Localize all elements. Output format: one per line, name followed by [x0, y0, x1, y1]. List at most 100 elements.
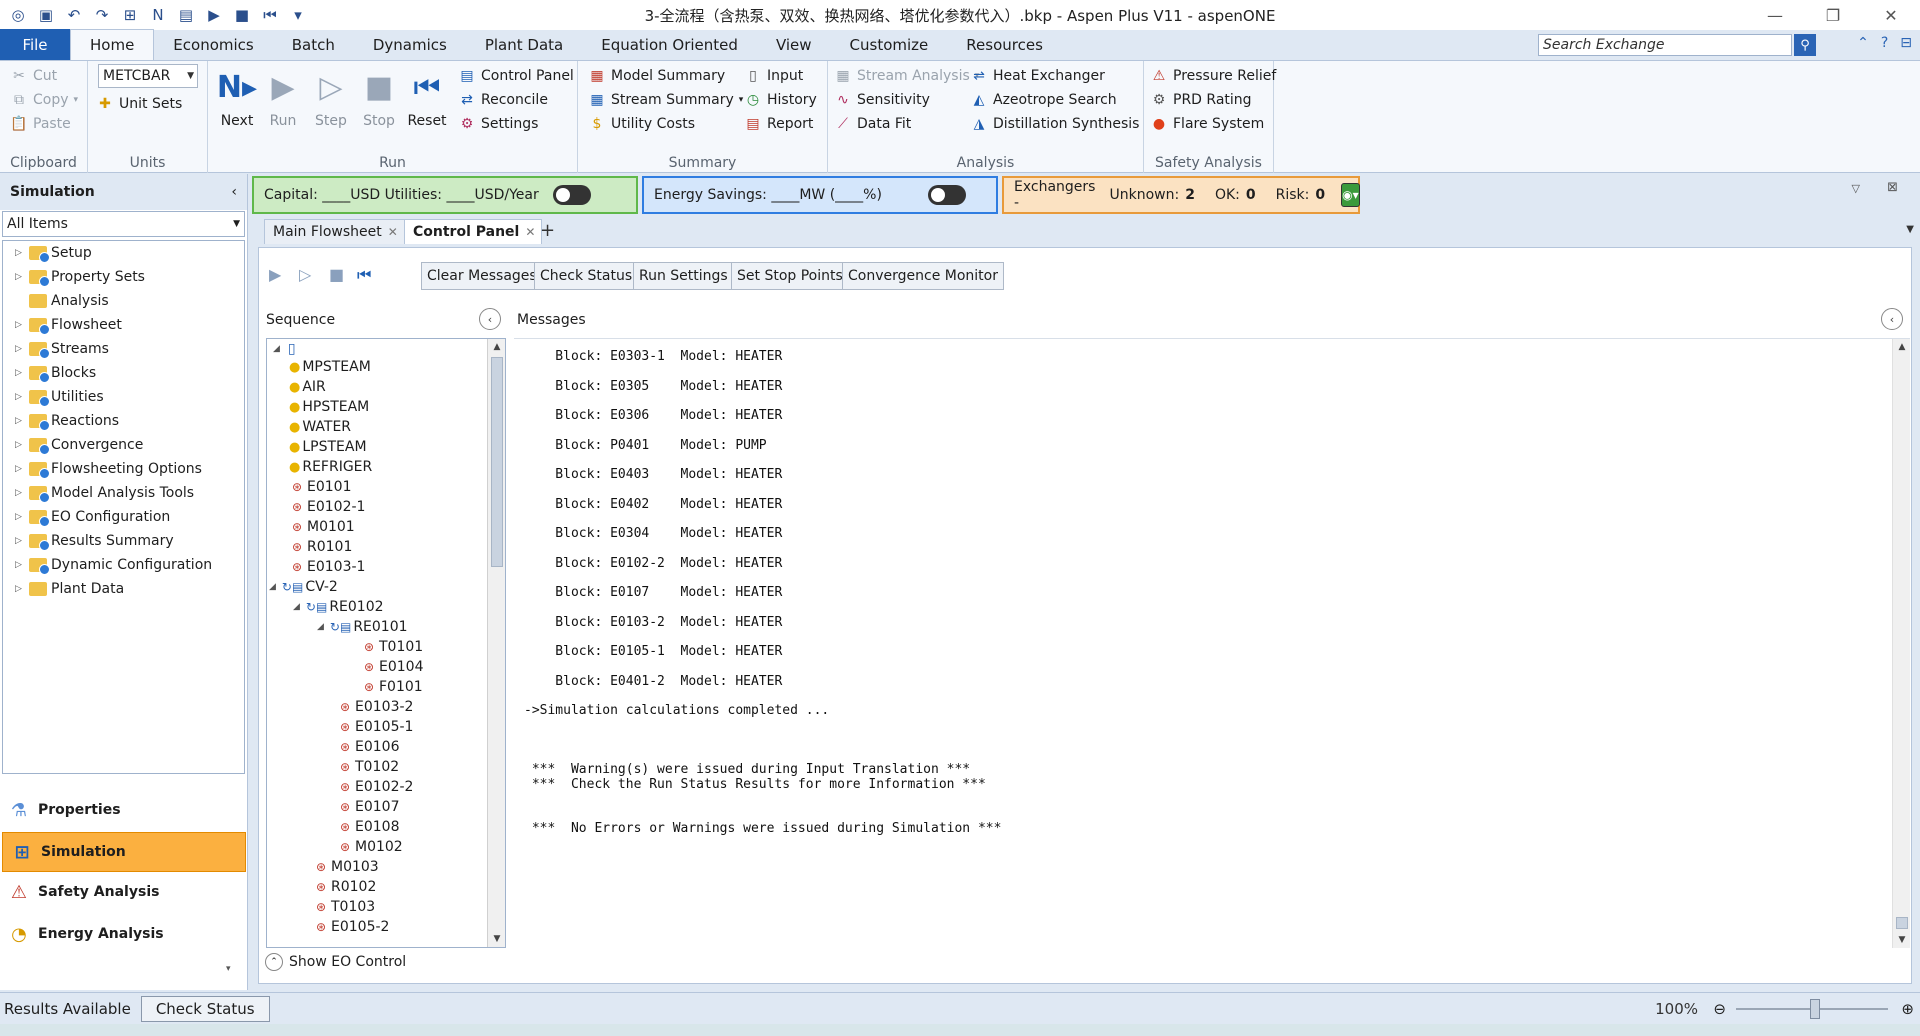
- data-fit-button[interactable]: ⟋ Data Fit: [834, 115, 911, 133]
- nav-item-convergence[interactable]: ▷ Convergence: [15, 437, 143, 455]
- sequence-item[interactable]: ⊛ T0103: [313, 899, 375, 915]
- pressure-relief-button[interactable]: ⚠ Pressure Relief: [1150, 67, 1277, 85]
- history-button[interactable]: ◷ History: [744, 91, 817, 109]
- tab-dynamics[interactable]: Dynamics: [354, 30, 466, 60]
- nav-item-setup[interactable]: ▷ Setup: [15, 245, 92, 263]
- customize-qat-icon[interactable]: ▾: [286, 4, 310, 26]
- sequence-item[interactable]: ● AIR: [289, 379, 326, 395]
- scroll-up-icon[interactable]: ▲: [1893, 339, 1910, 355]
- collapse-messages-icon[interactable]: ‹: [1881, 308, 1903, 330]
- sequence-item[interactable]: ⊛ E0103-1: [289, 559, 365, 575]
- sequence-item[interactable]: ⊛ E0105-1: [337, 719, 413, 735]
- sequence-item[interactable]: ⊛ T0101: [361, 639, 423, 655]
- cp-step-icon[interactable]: ▷: [299, 265, 311, 284]
- run-icon[interactable]: ▶: [202, 4, 226, 26]
- distillation-synthesis-button[interactable]: ◮ Distillation Synthesis: [970, 115, 1140, 133]
- tab-equation-oriented[interactable]: Equation Oriented: [582, 30, 757, 60]
- nav-item-dynamic-configuration[interactable]: ▷ Dynamic Configuration: [15, 557, 212, 575]
- nav-more-icon[interactable]: ▾: [226, 964, 231, 974]
- redo-icon[interactable]: ↷: [90, 4, 114, 26]
- set-stop-points-button[interactable]: Set Stop Points: [731, 262, 849, 290]
- minimize-button[interactable]: —: [1746, 0, 1804, 30]
- nav-item-reactions[interactable]: ▷ Reactions: [15, 413, 119, 431]
- cp-run-icon[interactable]: ▶: [269, 265, 281, 284]
- cp-reset-icon[interactable]: ⏮: [357, 265, 371, 285]
- show-eo-control-toggle[interactable]: ⌃ Show EO Control: [265, 953, 406, 971]
- messages-scrollbar[interactable]: ▲ ▼: [1892, 339, 1910, 948]
- search-exchange-input[interactable]: Search Exchange: [1538, 34, 1792, 56]
- nav-item-blocks[interactable]: ▷ Blocks: [15, 365, 96, 383]
- energy-toggle[interactable]: [927, 185, 966, 205]
- azeotrope-search-button[interactable]: ◭ Azeotrope Search: [970, 91, 1117, 109]
- nav-item-analysis[interactable]: Analysis: [15, 293, 109, 309]
- sequence-item[interactable]: ⊛ E0108: [337, 819, 400, 835]
- tab-customize[interactable]: Customize: [831, 30, 948, 60]
- reset-icon[interactable]: ⏮: [258, 4, 282, 26]
- model-summary-button[interactable]: ▦ Model Summary: [588, 67, 725, 85]
- sequence-root[interactable]: ◢ ▯: [273, 341, 296, 357]
- tab-economics[interactable]: Economics: [154, 30, 272, 60]
- cost-toggle[interactable]: [552, 185, 591, 205]
- run-button[interactable]: ▶ Run: [260, 67, 306, 130]
- stream-summary-button[interactable]: ▦ Stream Summary ▾: [588, 91, 743, 109]
- sequence-item[interactable]: ⊛ M0102: [337, 839, 403, 855]
- sequence-scrollbar[interactable]: ▲ ▼: [487, 339, 505, 947]
- paste-button[interactable]: 📋 Paste: [10, 115, 71, 133]
- collapse-nav-icon[interactable]: ‹: [231, 184, 237, 200]
- nav-safety-analysis[interactable]: ⚠ Safety Analysis: [0, 872, 248, 912]
- sequence-item[interactable]: ⊛ E0106: [337, 739, 400, 755]
- sequence-item[interactable]: ⊛ E0101: [289, 479, 352, 495]
- run-settings-button[interactable]: ⚙ Settings: [458, 115, 539, 133]
- report-icon[interactable]: ▤: [174, 4, 198, 26]
- close-tab-icon[interactable]: ✕: [525, 225, 535, 239]
- unit-sets-button[interactable]: ✚ Unit Sets: [96, 95, 182, 113]
- nav-item-model-analysis-tools[interactable]: ▷ Model Analysis Tools: [15, 485, 194, 503]
- zoom-out-icon[interactable]: ⊖: [1713, 1000, 1726, 1018]
- sequence-item[interactable]: ⊛ F0101: [361, 679, 423, 695]
- nav-item-results-summary[interactable]: ▷ Results Summary: [15, 533, 174, 551]
- stream-analysis-button[interactable]: ▦ Stream Analysis ▾: [834, 67, 979, 85]
- clear-messages-button[interactable]: Clear Messages: [421, 262, 543, 290]
- scroll-down-icon[interactable]: ▼: [1893, 932, 1910, 948]
- sequence-item[interactable]: ⊛ M0103: [313, 859, 379, 875]
- reset-button[interactable]: ⏮ Reset: [404, 67, 450, 130]
- flare-system-button[interactable]: ● Flare System: [1150, 115, 1264, 133]
- input-button[interactable]: ▯ Input: [744, 67, 803, 85]
- next-button[interactable]: N▸ Next: [214, 67, 260, 130]
- collapse-sequence-icon[interactable]: ‹: [479, 308, 501, 330]
- panel-close-icon[interactable]: ⊠: [1887, 180, 1898, 195]
- tab-home[interactable]: Home: [70, 29, 155, 60]
- sequence-item[interactable]: ⊛ R0101: [289, 539, 352, 555]
- report-button[interactable]: ▤ Report: [744, 115, 813, 133]
- tab-resources[interactable]: Resources: [947, 30, 1062, 60]
- sequence-item[interactable]: ⊛ E0103-2: [337, 699, 413, 715]
- copy-button[interactable]: ⧉ Copy ▾: [10, 91, 78, 109]
- scroll-down-icon[interactable]: ▼: [488, 931, 505, 947]
- sequence-item[interactable]: ◢ ↻▤ RE0101: [317, 619, 408, 635]
- exchanger-status-icon[interactable]: ◉▾: [1341, 183, 1360, 207]
- nav-item-utilities[interactable]: ▷ Utilities: [15, 389, 104, 407]
- expand-icon[interactable]: ◢: [293, 602, 300, 612]
- cp-stop-icon[interactable]: ■: [329, 265, 344, 284]
- tab-control-panel[interactable]: Control Panel ✕: [404, 219, 543, 244]
- sequence-item[interactable]: ● MPSTEAM: [289, 359, 371, 375]
- help-icon[interactable]: ?: [1881, 35, 1888, 51]
- scroll-up-icon[interactable]: ▲: [488, 339, 505, 355]
- sequence-item[interactable]: ◢ ↻▤ CV-2: [269, 579, 338, 595]
- search-icon[interactable]: ⚲: [1794, 34, 1816, 56]
- sequence-item[interactable]: ⊛ M0101: [289, 519, 355, 535]
- sensitivity-button[interactable]: ∿ Sensitivity: [834, 91, 930, 109]
- nav-filter-dropdown[interactable]: All Items ▼: [2, 211, 245, 237]
- sequence-item[interactable]: ● REFRIGER: [289, 459, 372, 475]
- stop-icon[interactable]: ■: [230, 4, 254, 26]
- sequence-item[interactable]: ⊛ E0104: [361, 659, 424, 675]
- options-icon[interactable]: ⊟: [1900, 35, 1912, 51]
- sequence-item[interactable]: ⊛ E0102-1: [289, 499, 365, 515]
- tab-list-icon[interactable]: ▼: [1906, 224, 1914, 235]
- close-tab-icon[interactable]: ✕: [388, 225, 398, 239]
- collapse-ribbon-icon[interactable]: ⌃: [1857, 35, 1869, 51]
- nav-energy-analysis[interactable]: ◔ Energy Analysis: [0, 914, 248, 954]
- nav-item-property-sets[interactable]: ▷ Property Sets: [15, 269, 145, 287]
- run-settings-button[interactable]: Run Settings: [633, 262, 734, 290]
- zoom-slider-thumb[interactable]: [1810, 999, 1820, 1019]
